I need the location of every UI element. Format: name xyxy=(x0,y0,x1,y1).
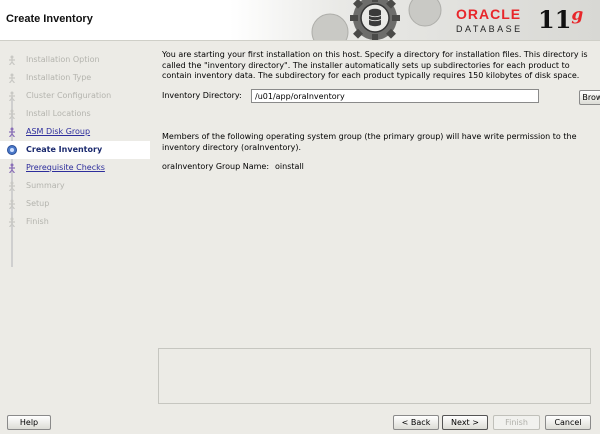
inventory-directory-input[interactable] xyxy=(251,89,539,103)
next-button[interactable]: Next > xyxy=(442,415,488,430)
intro-text: You are starting your first installation… xyxy=(162,50,588,80)
step-label: Summary xyxy=(26,181,65,190)
step-summary: Summary xyxy=(0,177,150,195)
back-button[interactable]: < Back xyxy=(393,415,439,430)
steps-sidebar: Installation Option Installation Type Clus… xyxy=(0,41,150,401)
brand-name: ORACLE xyxy=(456,6,522,22)
step-figure-icon xyxy=(9,181,15,191)
current-step-icon xyxy=(7,145,17,155)
group-name-label: oraInventory Group Name: xyxy=(162,162,270,171)
step-asm-disk-group[interactable]: ASM Disk Group xyxy=(0,123,150,141)
step-figure-icon xyxy=(9,163,15,173)
step-figure-icon xyxy=(9,217,15,227)
step-installation-option: Installation Option xyxy=(0,51,150,69)
step-label: Setup xyxy=(26,199,50,208)
step-label: Prerequisite Checks xyxy=(26,163,105,172)
step-installation-type: Installation Type xyxy=(0,69,150,87)
step-prerequisite-checks[interactable]: Prerequisite Checks xyxy=(0,159,150,177)
oracle-logo: ORACLE DATABASE 11g xyxy=(456,5,583,34)
step-cluster-configuration: Cluster Configuration xyxy=(0,87,150,105)
messages-pane xyxy=(158,348,591,404)
header-banner: Create Inventory ORACLE DATABASE 11g xyxy=(0,0,600,41)
page-title: Create Inventory xyxy=(6,13,93,25)
step-label: Install Locations xyxy=(26,109,91,118)
inventory-directory-label: Inventory Directory: xyxy=(162,91,242,100)
step-figure-icon xyxy=(9,199,15,209)
product-name: DATABASE xyxy=(456,24,523,34)
main-panel: You are starting your first installation… xyxy=(158,41,600,404)
help-button[interactable]: Help xyxy=(7,415,51,430)
gears-graphic-icon xyxy=(311,0,442,40)
step-label: Finish xyxy=(26,217,49,226)
step-label: Installation Type xyxy=(26,73,92,82)
cancel-button[interactable]: Cancel xyxy=(545,415,591,430)
step-figure-icon xyxy=(9,91,15,101)
step-figure-icon xyxy=(9,109,15,119)
group-permission-text: Members of the following operating syste… xyxy=(162,132,577,152)
step-create-inventory[interactable]: Create Inventory xyxy=(0,141,150,159)
step-finish: Finish xyxy=(0,213,150,231)
finish-button: Finish xyxy=(493,415,540,430)
browse-button[interactable]: Browse xyxy=(579,90,600,105)
step-figure-icon xyxy=(9,127,15,137)
step-label: ASM Disk Group xyxy=(26,127,91,136)
step-setup: Setup xyxy=(0,195,150,213)
step-figure-icon xyxy=(9,73,15,83)
step-figure-icon xyxy=(9,55,15,65)
version-number: 11 xyxy=(538,5,572,34)
group-name-value: oinstall xyxy=(275,162,304,171)
step-install-locations: Install Locations xyxy=(0,105,150,123)
step-label: Create Inventory xyxy=(26,145,103,154)
version-badge: 11g xyxy=(538,5,583,34)
step-label: Installation Option xyxy=(26,55,100,64)
step-label: Cluster Configuration xyxy=(26,91,112,100)
version-suffix: g xyxy=(571,5,584,25)
